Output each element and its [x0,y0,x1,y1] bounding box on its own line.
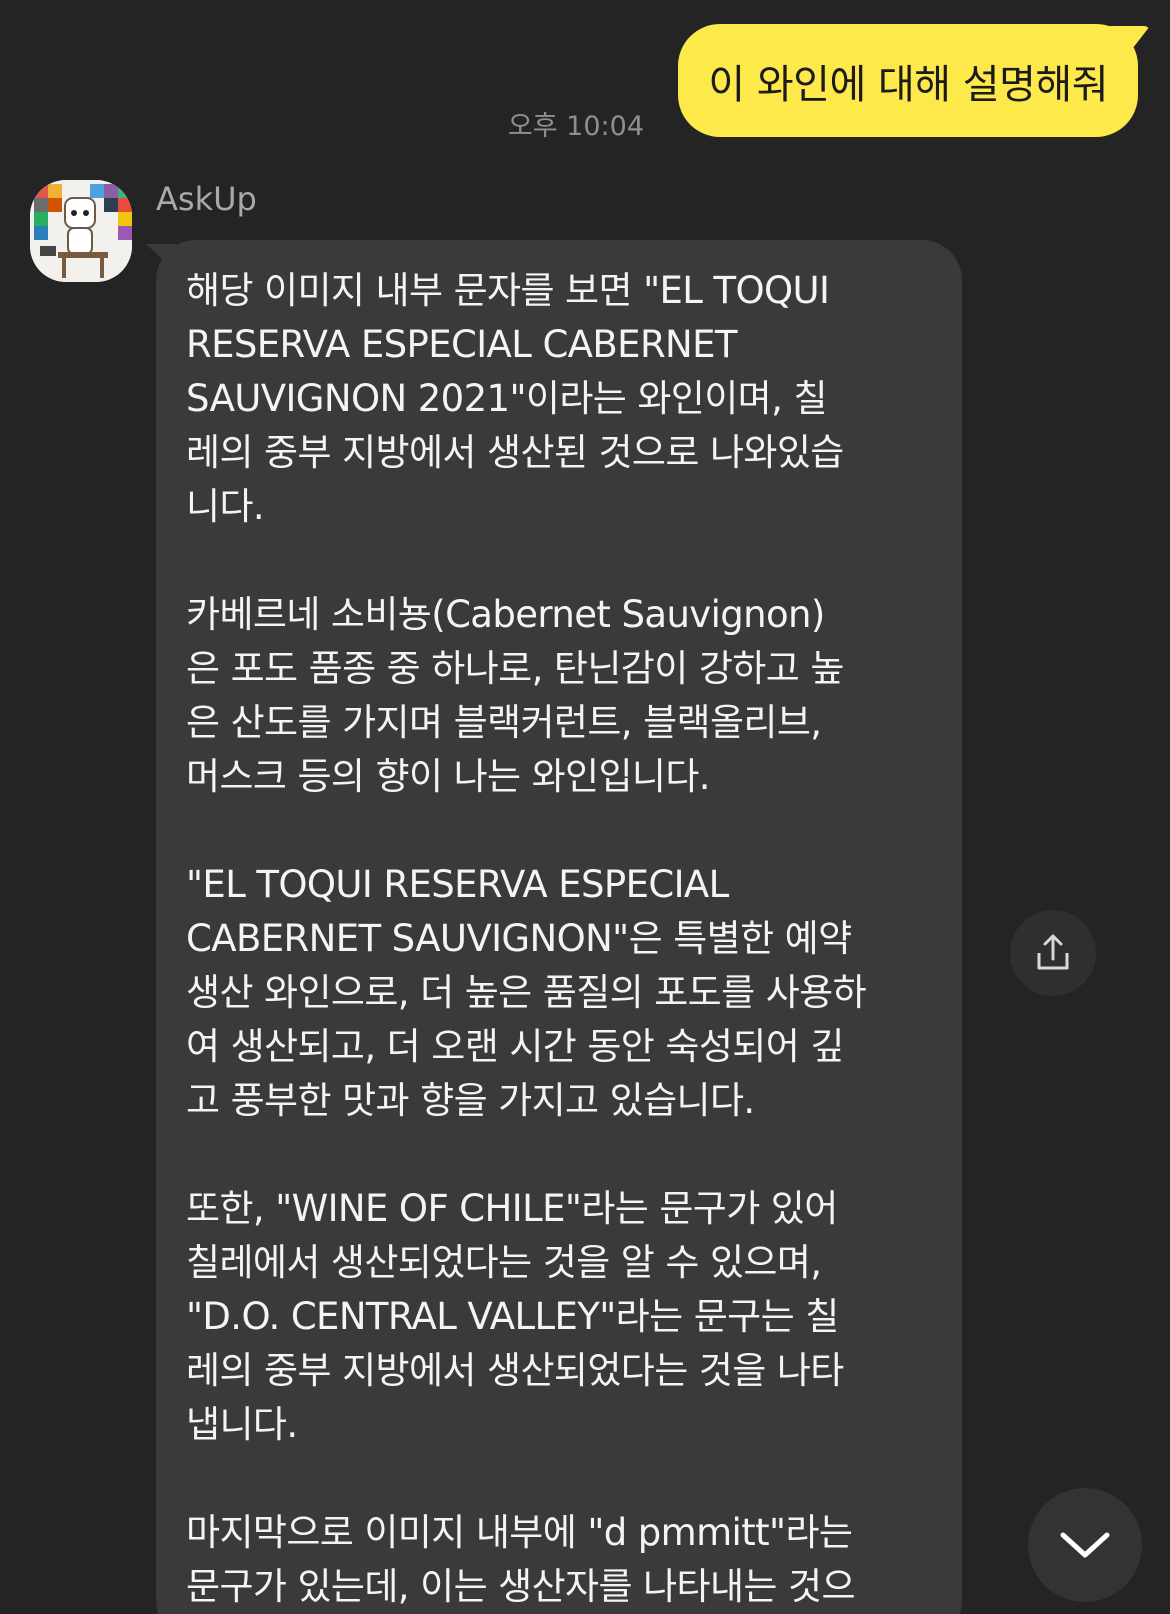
message-paragraph: 마지막으로 이미지 내부에 "d pmmitt"라는 문구가 있는데, 이는 생… [186,1511,855,1608]
message-paragraph: "EL TOQUI RESERVA ESPECIAL CABERNET SAUV… [186,863,867,1122]
share-icon [1037,934,1069,970]
my-message-bubble[interactable]: 이 와인에 대해 설명해줘 [678,24,1138,137]
message-timestamp: 오후 10:04 [507,111,644,142]
message-paragraph: 카베르네 소비뇽(Cabernet Sauvignon) 은 포도 품종 중 하… [186,593,844,798]
robot-avatar-icon [30,180,132,282]
bot-message-bubble[interactable]: 해당 이미지 내부 문자를 보면 "EL TOQUI RESERVA ESPEC… [156,240,962,1614]
scroll-to-bottom-button[interactable] [1028,1488,1142,1602]
chevron-down-icon [1060,1532,1110,1558]
sender-name: AskUp [156,180,257,218]
my-message-text: 이 와인에 대해 설명해줘 [708,61,1108,108]
message-paragraph: 또한, "WINE OF CHILE"라는 문구가 있어 칠레에서 생산되었다는… [186,1187,844,1446]
bot-avatar[interactable] [30,180,132,282]
message-paragraph: 해당 이미지 내부 문자를 보면 "EL TOQUI RESERVA ESPEC… [186,269,844,528]
chat-screen: 이 와인에 대해 설명해줘 오후 10:04 AskUp 해당 이미지 내부 문… [0,0,1170,1614]
share-button[interactable] [1010,910,1096,996]
